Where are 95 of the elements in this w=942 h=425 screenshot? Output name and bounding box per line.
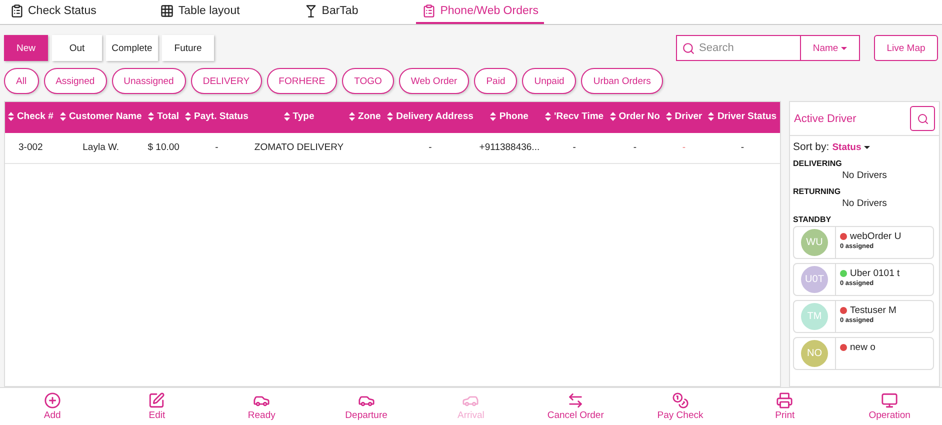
table-cell: $ 10.00 <box>145 133 182 163</box>
action-button[interactable]: Edit <box>106 388 207 425</box>
sort-icon <box>60 112 66 121</box>
column-header[interactable]: Driver Status <box>705 102 780 133</box>
empty-message: No Drivers <box>841 169 888 183</box>
sort-icon <box>8 112 14 121</box>
sort-dropdown[interactable]: Status <box>832 142 862 152</box>
plus-circle-icon <box>44 392 61 409</box>
status-tab[interactable]: New <box>4 35 48 61</box>
table-cell: - <box>542 133 607 163</box>
column-header[interactable]: Driver <box>663 102 706 133</box>
grid-icon <box>160 4 174 18</box>
driver-card[interactable]: NO new o <box>793 337 934 370</box>
monitor-icon <box>881 392 898 409</box>
sort-icon <box>610 112 616 121</box>
column-header[interactable]: Order No <box>606 102 664 133</box>
sort-icon <box>544 112 551 121</box>
sort-icon <box>185 112 192 121</box>
column-header[interactable]: Type <box>252 102 346 133</box>
search-field[interactable]: Search Name <box>676 35 860 61</box>
table-cell: - <box>606 133 664 163</box>
sort-icon <box>284 112 290 121</box>
table-cell: - <box>663 133 706 163</box>
avatar: TM <box>801 303 828 330</box>
status-tab[interactable]: Future <box>162 35 214 61</box>
group-heading: DELIVERING <box>792 158 843 169</box>
table-cell: - <box>383 133 478 163</box>
swap-arrows-icon <box>567 392 584 409</box>
nav-tab[interactable]: Table layout <box>154 0 246 24</box>
search-icon <box>682 42 695 54</box>
filter-chip[interactable]: DELIVERY <box>190 68 262 94</box>
status-tab[interactable]: Complete <box>106 35 158 61</box>
sort-icon <box>708 112 714 121</box>
filter-chip[interactable]: Unpaid <box>522 68 576 94</box>
table-cell: 3-002 <box>5 133 56 163</box>
avatar: U0T <box>801 266 828 293</box>
filter-chip[interactable]: Urban Orders <box>581 68 663 94</box>
table-cell: ZOMATO DELIVERY <box>252 133 346 163</box>
avatar: WU <box>801 229 828 256</box>
column-header[interactable]: Customer Name <box>56 102 146 133</box>
filter-chip[interactable]: FORHERE <box>266 68 338 94</box>
search-button[interactable] <box>910 106 935 131</box>
empty-message: No Drivers <box>841 197 888 211</box>
action-button[interactable]: Ready <box>212 388 312 425</box>
action-button[interactable]: Cancel Order <box>526 388 626 425</box>
group-heading: RETURNING <box>792 186 842 197</box>
table-cell: +911388436... <box>477 133 542 163</box>
driver-name: Testuser M <box>850 305 896 316</box>
sort-icon <box>387 112 394 121</box>
live-map-button[interactable]: Live Map <box>874 35 938 61</box>
avatar: NO <box>801 340 828 367</box>
coins-icon <box>672 392 689 409</box>
receipt-icon <box>10 4 24 18</box>
search-field-dropdown[interactable]: Name <box>801 36 859 60</box>
filter-chip[interactable]: Paid <box>474 68 518 94</box>
edit-icon <box>148 392 166 409</box>
driver-name: new o <box>850 342 876 353</box>
action-button[interactable]: Operation <box>840 388 940 425</box>
filter-chip[interactable]: Unassigned <box>112 68 186 94</box>
column-header[interactable]: 'Recv Time <box>542 102 607 133</box>
column-header[interactable]: Payt. Status <box>182 102 252 133</box>
nav-tab[interactable]: BarTab <box>298 0 364 24</box>
table-cell: Layla W. <box>56 133 146 163</box>
filter-chip[interactable]: All <box>4 68 39 94</box>
sort-icon <box>490 112 496 121</box>
filter-chip[interactable]: Assigned <box>44 68 107 94</box>
cocktail-glass-icon <box>304 4 318 18</box>
sort-icon <box>148 112 154 121</box>
driver-name: Uber 0101 t <box>850 268 900 279</box>
group-heading: STANDBY <box>792 214 832 225</box>
filter-chip[interactable]: TOGO <box>342 68 394 94</box>
action-button[interactable]: Print <box>734 388 835 425</box>
driver-name: webOrder U <box>850 231 902 242</box>
filter-chip[interactable]: Web Order <box>398 68 470 94</box>
receipt-icon <box>422 4 436 18</box>
column-header[interactable]: Phone <box>477 102 542 133</box>
column-header[interactable]: Total <box>145 102 182 133</box>
column-header[interactable]: Delivery Address <box>383 102 478 133</box>
panel-title: Active Driver <box>794 112 856 124</box>
column-header[interactable]: Zone <box>346 102 384 133</box>
status-tab[interactable]: Out <box>52 35 102 61</box>
printer-icon <box>776 392 794 409</box>
action-button[interactable]: Departure <box>316 388 416 425</box>
table-cell: - <box>182 133 252 163</box>
nav-tab[interactable]: Phone/Web Orders <box>416 0 544 24</box>
search-icon <box>916 112 928 124</box>
nav-tab[interactable]: Check Status <box>4 0 102 24</box>
sort-icon <box>349 112 356 121</box>
caret-icon <box>864 146 870 148</box>
action-button[interactable]: Pay Check <box>630 388 730 425</box>
sort-icon <box>666 112 672 121</box>
column-header[interactable]: Check # <box>5 102 56 133</box>
sort-label: Sort by: <box>793 141 830 153</box>
table-cell: - <box>705 133 780 163</box>
action-button[interactable]: Add <box>2 388 102 425</box>
